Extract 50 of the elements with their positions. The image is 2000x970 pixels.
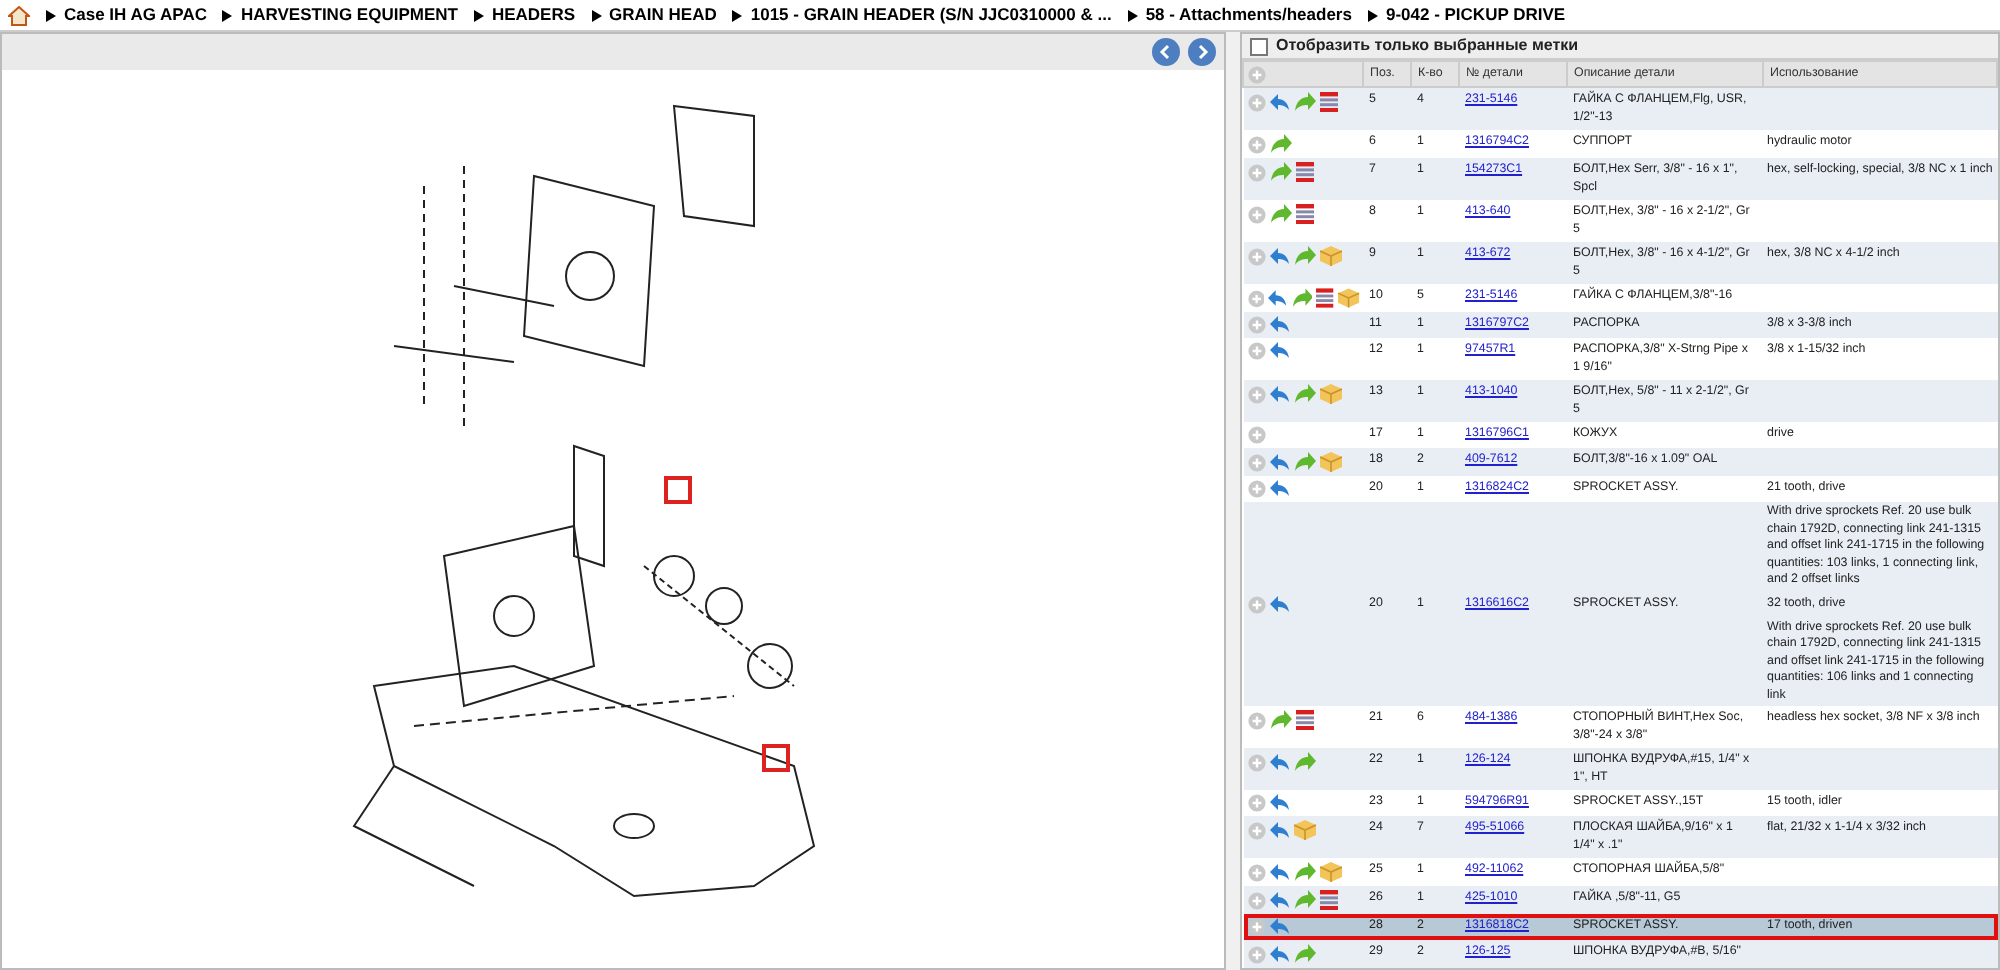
package-icon[interactable] <box>1319 862 1341 882</box>
caret-icon <box>473 9 484 21</box>
package-icon[interactable] <box>1319 452 1341 472</box>
package-icon[interactable] <box>1319 246 1341 266</box>
home-icon[interactable] <box>8 5 30 25</box>
breadcrumb-link[interactable]: 1015 - GRAIN HEADER (S/N JJC0310000 & ... <box>732 2 1112 28</box>
forward-arrow-icon[interactable] <box>1293 752 1315 772</box>
caret-icon <box>1127 9 1138 21</box>
back-arrow-icon[interactable] <box>1269 247 1289 265</box>
back-arrow-icon[interactable] <box>1269 753 1289 771</box>
striped-list-icon[interactable] <box>1295 204 1313 224</box>
caret-icon <box>1367 9 1378 21</box>
striped-list-icon[interactable] <box>1295 710 1313 730</box>
forward-arrow-icon[interactable] <box>1293 890 1315 910</box>
breadcrumb-link[interactable]: 9-042 - PICKUP DRIVE <box>1367 2 1566 28</box>
back-arrow-icon[interactable] <box>1269 595 1289 613</box>
forward-arrow-icon[interactable] <box>1269 710 1291 730</box>
striped-list-icon[interactable] <box>1319 890 1337 910</box>
forward-arrow-icon[interactable] <box>1269 162 1291 182</box>
forward-arrow-icon[interactable] <box>1293 452 1315 472</box>
striped-list-icon[interactable] <box>1319 92 1337 112</box>
caret-icon <box>46 9 56 21</box>
breadcrumb-link[interactable]: 58 - Attachments/headers <box>1127 2 1352 28</box>
forward-arrow-icon[interactable] <box>1291 288 1313 308</box>
select-all-icon[interactable] <box>1248 65 1266 83</box>
forward-arrow-icon[interactable] <box>1293 944 1315 964</box>
back-arrow-icon[interactable] <box>1269 93 1289 111</box>
forward-arrow-icon[interactable] <box>1293 862 1315 882</box>
forward-arrow-icon[interactable] <box>1293 384 1315 404</box>
forward-arrow-icon[interactable] <box>1293 92 1315 112</box>
forward-arrow-icon[interactable] <box>1293 246 1315 266</box>
breadcrumb-link[interactable]: HARVESTING EQUIPMENT <box>222 2 458 28</box>
next-button[interactable] <box>1188 38 1216 66</box>
forward-arrow-icon[interactable] <box>1269 204 1291 224</box>
caret-icon <box>222 9 233 21</box>
striped-list-icon[interactable] <box>1295 162 1313 182</box>
caret-icon <box>591 9 602 21</box>
breadcrumb-link[interactable]: HEADERS <box>473 2 576 28</box>
package-icon[interactable] <box>1337 288 1359 308</box>
caret-icon <box>732 9 743 21</box>
row-select-icon[interactable] <box>1247 918 1265 936</box>
breadcrumb-link[interactable]: GRAIN HEAD <box>591 2 717 28</box>
back-arrow-icon[interactable] <box>1269 385 1289 403</box>
package-icon[interactable] <box>1319 384 1341 404</box>
filter-checkbox[interactable] <box>1250 37 1268 55</box>
previous-button[interactable] <box>1152 38 1180 66</box>
package-icon[interactable] <box>1293 820 1315 840</box>
forward-arrow-icon[interactable] <box>1269 134 1291 154</box>
striped-list-icon[interactable] <box>1316 288 1334 308</box>
breadcrumb-link[interactable]: Case IH AG APAC <box>46 2 207 28</box>
